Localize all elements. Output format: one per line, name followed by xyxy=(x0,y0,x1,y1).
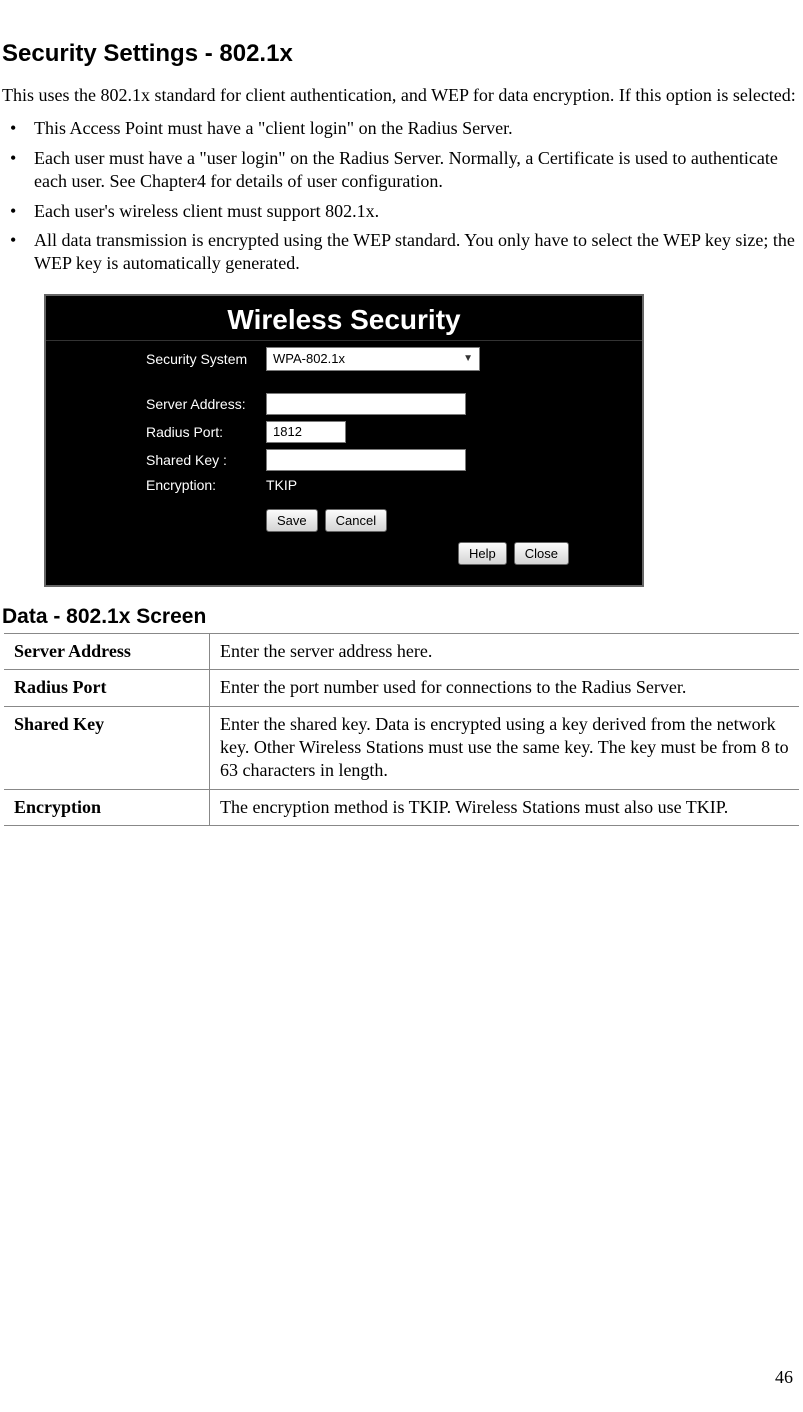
close-button[interactable]: Close xyxy=(514,542,569,565)
shared-key-input[interactable] xyxy=(266,449,466,471)
save-button[interactable]: Save xyxy=(266,509,318,532)
table-row: Shared Key Enter the shared key. Data is… xyxy=(4,706,799,789)
bullet-item: Each user must have a "user login" on th… xyxy=(30,147,803,194)
security-system-value: WPA-802.1x xyxy=(273,351,345,366)
encryption-label: Encryption: xyxy=(146,477,266,493)
table-cell-desc: Enter the shared key. Data is encrypted … xyxy=(210,706,800,789)
chevron-down-icon: ▼ xyxy=(463,353,473,364)
table-cell-name: Server Address xyxy=(4,633,210,669)
data-table: Server Address Enter the server address … xyxy=(4,633,799,826)
bullet-list: This Access Point must have a "client lo… xyxy=(2,117,803,275)
bullet-item: All data transmission is encrypted using… xyxy=(30,229,803,276)
radius-port-label: Radius Port: xyxy=(146,424,266,440)
table-row: Radius Port Enter the port number used f… xyxy=(4,670,799,706)
page-number: 46 xyxy=(775,1367,793,1388)
table-cell-desc: The encryption method is TKIP. Wireless … xyxy=(210,789,800,825)
table-cell-name: Encryption xyxy=(4,789,210,825)
server-address-input[interactable] xyxy=(266,393,466,415)
intro-paragraph: This uses the 802.1x standard for client… xyxy=(2,84,803,107)
panel-title: Wireless Security xyxy=(46,296,642,341)
encryption-value: TKIP xyxy=(266,477,297,493)
bullet-item: This Access Point must have a "client lo… xyxy=(30,117,803,140)
table-cell-desc: Enter the server address here. xyxy=(210,633,800,669)
table-cell-name: Shared Key xyxy=(4,706,210,789)
table-row: Encryption The encryption method is TKIP… xyxy=(4,789,799,825)
server-address-label: Server Address: xyxy=(146,396,266,412)
security-system-label: Security System xyxy=(146,351,266,367)
table-cell-desc: Enter the port number used for connectio… xyxy=(210,670,800,706)
table-heading: Data - 802.1x Screen xyxy=(2,605,803,629)
help-button[interactable]: Help xyxy=(458,542,507,565)
security-system-select[interactable]: WPA-802.1x ▼ xyxy=(266,347,480,371)
wireless-security-panel: Wireless Security Security System WPA-80… xyxy=(44,294,644,587)
radius-port-input[interactable]: 1812 xyxy=(266,421,346,443)
table-row: Server Address Enter the server address … xyxy=(4,633,799,669)
bullet-item: Each user's wireless client must support… xyxy=(30,200,803,223)
shared-key-label: Shared Key : xyxy=(146,452,266,468)
cancel-button[interactable]: Cancel xyxy=(325,509,387,532)
page-heading: Security Settings - 802.1x xyxy=(2,40,803,68)
table-cell-name: Radius Port xyxy=(4,670,210,706)
